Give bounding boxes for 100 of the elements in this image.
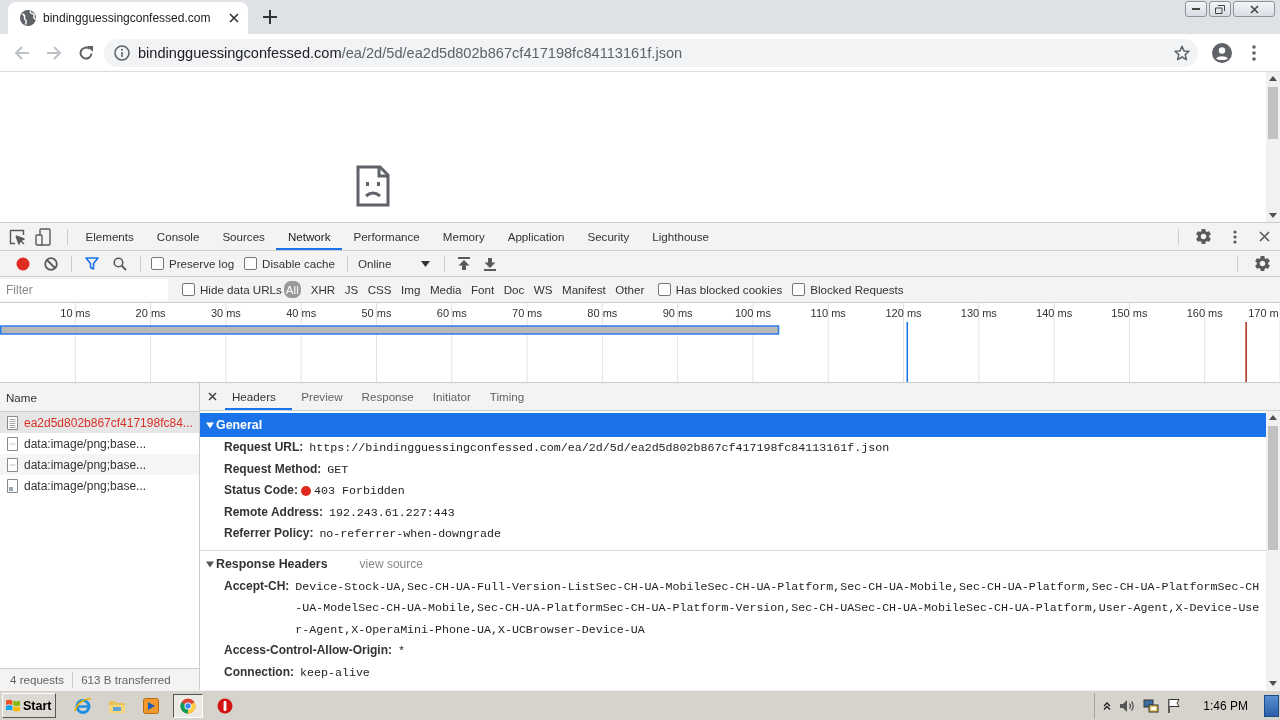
close-button[interactable] (1233, 1, 1275, 17)
menu-icon[interactable] (1252, 44, 1256, 61)
close-icon[interactable] (229, 13, 239, 23)
details-tab[interactable]: Response (352, 383, 424, 410)
checkbox-label[interactable]: Disable cache (262, 257, 335, 270)
scrollbar-thumb[interactable] (1268, 87, 1278, 139)
devtools-tab[interactable]: Application (496, 223, 576, 250)
type-filter[interactable]: JS (340, 281, 363, 298)
throttling-dropdown[interactable]: Online (353, 257, 439, 270)
devtools-tab[interactable]: Security (575, 223, 641, 250)
tick-label: 170 m (1248, 307, 1279, 319)
clock[interactable]: 1:46 PM (1203, 698, 1248, 713)
filter-icon[interactable] (85, 257, 99, 270)
tick-label: 10 ms (60, 307, 91, 319)
scrollbar-thumb[interactable] (1268, 426, 1278, 550)
image-file-icon (7, 478, 18, 493)
type-filter[interactable]: Other (611, 281, 649, 298)
star-icon[interactable] (1174, 44, 1190, 61)
clear-icon[interactable] (44, 256, 58, 271)
profile-icon[interactable] (1212, 42, 1232, 63)
checkbox[interactable] (182, 283, 195, 296)
search-icon[interactable] (113, 256, 127, 271)
start-button[interactable]: Start (2, 693, 57, 718)
request-row[interactable]: ea2d5d802b867cf417198fc84... (0, 412, 199, 433)
record-icon[interactable] (16, 256, 30, 271)
address-bar[interactable]: bindingguessingconfessed.com/ea/2d/5d/ea2d5d802b867cf417198fc84113161f.json (104, 38, 1198, 67)
section-header[interactable]: Response Headers view source (200, 551, 1266, 576)
close-icon[interactable] (208, 392, 217, 401)
request-row[interactable]: data:image/png;base... (0, 475, 199, 496)
speaker-icon[interactable] (1119, 698, 1136, 713)
scroll-down-icon[interactable] (1269, 213, 1277, 218)
scrollbar[interactable] (1266, 411, 1280, 690)
scroll-up-icon[interactable] (1269, 415, 1277, 420)
devtools-tab[interactable]: Elements (74, 223, 146, 250)
devtools-tab[interactable]: Memory (431, 223, 497, 250)
request-row[interactable]: data:image/png;base... (0, 454, 199, 475)
request-row[interactable]: data:image/png;base... (0, 433, 199, 454)
devtools-tab[interactable]: Sources (210, 223, 277, 250)
checkbox[interactable] (151, 257, 164, 270)
type-filter[interactable]: Media (425, 281, 466, 298)
restore-button[interactable] (1209, 1, 1231, 17)
type-filter[interactable]: Img (397, 281, 425, 298)
browser-tab[interactable]: bindingguessingconfessed.com (8, 2, 248, 34)
new-tab-icon[interactable] (263, 10, 277, 24)
checkbox[interactable] (244, 257, 258, 270)
download-icon[interactable] (484, 256, 497, 271)
info-icon[interactable] (114, 44, 130, 61)
chevron-up-icon[interactable] (1103, 701, 1112, 710)
scroll-down-icon[interactable] (1269, 681, 1277, 686)
type-filter[interactable]: Doc (499, 281, 529, 298)
device-toggle-icon[interactable] (35, 227, 51, 246)
column-header[interactable]: Name (0, 383, 199, 412)
minimize-icon (1192, 8, 1200, 10)
reload-icon[interactable] (78, 44, 94, 61)
settings-icon[interactable] (1196, 229, 1211, 244)
details-tab[interactable]: Preview (291, 383, 353, 410)
filter-field[interactable]: Filter (0, 278, 168, 301)
triangle-icon (206, 559, 214, 568)
checkbox[interactable] (657, 283, 671, 296)
tick-label: 140 ms (1036, 307, 1073, 319)
taskbar-button[interactable] (173, 693, 204, 718)
type-filter[interactable]: WS (529, 281, 557, 298)
timeline-overview[interactable]: 10 ms 20 ms 30 ms 40 ms 50 ms 60 ms 70 ms 80 ms 90 ms 100 ms 110 ms 120 ms 130 ms 140 ms 150 ms 160 ms 170 m (0, 303, 1280, 382)
details-tab[interactable]: Initiator (423, 383, 481, 410)
header-value: GET (327, 461, 349, 478)
header-name: Referrer Policy: (224, 525, 314, 542)
scroll-up-icon[interactable] (1269, 76, 1277, 81)
triangle-icon (206, 421, 214, 429)
type-filter[interactable]: Font (467, 281, 499, 298)
details-tab[interactable]: Headers (225, 383, 292, 410)
header-name: Accept-CH: (224, 577, 290, 595)
checkbox-label[interactable]: Has blocked cookies (675, 283, 783, 296)
scrollbar[interactable] (1266, 72, 1280, 222)
devtools-tab[interactable]: Console (145, 223, 211, 250)
upload-icon[interactable] (458, 256, 471, 271)
network-icon[interactable] (1143, 697, 1160, 714)
tick-label: 90 ms (662, 307, 693, 319)
checkbox-label[interactable]: Blocked Requests (810, 283, 904, 296)
type-filter[interactable]: XHR (306, 281, 340, 298)
minimize-button[interactable] (1185, 1, 1207, 17)
more-options-icon[interactable] (1233, 229, 1237, 244)
section-header[interactable]: General (200, 413, 1266, 437)
devtools-tab[interactable]: Performance (341, 223, 432, 250)
devtools-tab[interactable]: Lighthouse (640, 223, 721, 250)
checkbox-label[interactable]: Preserve log (169, 257, 235, 270)
view-source-link[interactable]: view source (359, 556, 423, 571)
details-tab[interactable]: Timing (480, 383, 534, 410)
settings-icon[interactable] (1255, 256, 1270, 271)
inspect-icon[interactable] (9, 228, 25, 245)
type-filter[interactable]: CSS (363, 281, 396, 298)
ring-logo-icon (180, 697, 197, 714)
checkbox[interactable] (792, 283, 806, 296)
show-desktop-button[interactable] (1264, 694, 1279, 717)
header-value: https://bindingguessingconfessed.com/ea/2d/5d/ea2d5d802b867cf417198fc84113161f.json (309, 440, 890, 456)
sad-page-icon (356, 165, 390, 207)
close-icon[interactable] (1259, 231, 1270, 242)
flag-icon[interactable] (1167, 698, 1182, 713)
tick-label: 100 ms (734, 307, 771, 319)
checkbox-label[interactable]: Hide data URLs (200, 283, 282, 296)
type-filter[interactable]: Manifest (558, 281, 610, 298)
